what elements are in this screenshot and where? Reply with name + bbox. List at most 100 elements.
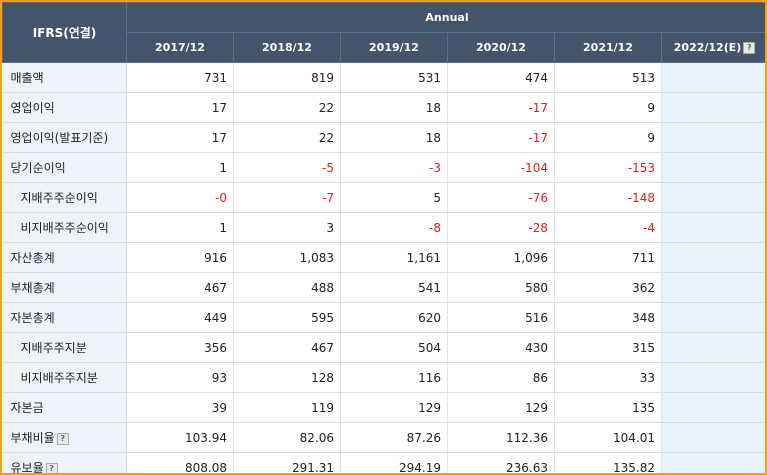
value-cell: 129 [340,392,448,423]
value-cell: 513 [554,62,662,93]
value-cell: 474 [447,62,555,93]
value-cell: 1 [126,212,234,243]
value-cell: 516 [447,302,555,333]
row-label: 비지배주주순이익 [2,212,127,243]
value-cell: -5 [233,152,341,183]
value-cell: -3 [340,152,448,183]
row-label: 당기순이익 [2,152,127,183]
row-label: 지배주주지분 [2,332,127,363]
value-cell: 467 [233,332,341,363]
table-row: 영업이익(발표기준) 17 22 18 -17 9 [2,122,765,153]
value-cell: 17 [126,122,234,153]
row-label: 영업이익 [2,92,127,123]
value-cell: 86 [447,362,555,393]
table-row: 지배주주순이익 -0 -7 5 -76 -148 [2,182,765,213]
value-cell: 315 [554,332,662,363]
annual-header: Annual [125,2,765,33]
estimate-cell [661,212,765,243]
value-cell: 356 [126,332,234,363]
row-label: 유보율? [2,452,127,473]
value-cell: 541 [340,272,448,303]
table-row: 비지배주주지분 93 128 116 86 33 [2,362,765,393]
table-row: 영업이익 17 22 18 -17 9 [2,92,765,123]
table-row: 매출액 731 819 531 474 513 [2,62,765,93]
question-icon[interactable]: ? [56,432,69,445]
value-cell: 291.31 [233,452,341,473]
value-cell: 488 [233,272,341,303]
value-cell: -4 [554,212,662,243]
question-icon[interactable]: ? [45,462,58,473]
value-cell: 129 [447,392,555,423]
value-cell: 33 [554,362,662,393]
question-icon[interactable]: ? [743,42,756,54]
value-cell: 135 [554,392,662,423]
estimate-cell [661,422,765,453]
row-label: 부채비율? [2,422,127,453]
value-cell: -28 [447,212,555,243]
year-header: 2020/12 [447,32,555,63]
value-cell: 1,096 [447,242,555,273]
value-cell: 580 [447,272,555,303]
row-label: 부채총계 [2,272,127,303]
estimate-cell [661,452,765,473]
row-label: 영업이익(발표기준) [2,122,127,153]
financial-summary-frame: IFRS(연결) Annual 2017/12 2018/12 2019/12 202… [0,0,767,475]
value-cell: -153 [554,152,662,183]
table-row: 자본금 39 119 129 129 135 [2,392,765,423]
estimate-cell [661,332,765,363]
value-cell: 236.63 [447,452,555,473]
value-cell: 531 [340,62,448,93]
value-cell: 808.08 [126,452,234,473]
value-cell: 116 [340,362,448,393]
estimate-cell [661,272,765,303]
table-corner-header: IFRS(연결) [2,2,127,63]
value-cell: 104.01 [554,422,662,453]
estimate-cell [661,362,765,393]
value-cell: 1,161 [340,242,448,273]
value-cell: 18 [340,92,448,123]
value-cell: -17 [447,122,555,153]
value-cell: 128 [233,362,341,393]
table-row: 자산총계 916 1,083 1,161 1,096 711 [2,242,765,273]
table-row: 당기순이익 1 -5 -3 -104 -153 [2,152,765,183]
row-label: 지배주주순이익 [2,182,127,213]
value-cell: 93 [126,362,234,393]
value-cell: 731 [126,62,234,93]
value-cell: 82.06 [233,422,341,453]
value-cell: -76 [447,182,555,213]
value-cell: -104 [447,152,555,183]
row-label: 매출액 [2,62,127,93]
value-cell: 18 [340,122,448,153]
table-row: 비지배주주순이익 1 3 -8 -28 -4 [2,212,765,243]
value-cell: 595 [233,302,341,333]
estimate-cell [661,242,765,273]
value-cell: 348 [554,302,662,333]
value-cell: 39 [126,392,234,423]
value-cell: -17 [447,92,555,123]
table-row: 유보율? 808.08 291.31 294.19 236.63 135.82 [2,452,765,473]
value-cell: 3 [233,212,341,243]
table-row: 부채총계 467 488 541 580 362 [2,272,765,303]
year-header: 2021/12 [554,32,662,63]
value-cell: 1 [126,152,234,183]
year-header: 2022/12(E)? [660,32,765,63]
estimate-cell [661,302,765,333]
row-label: 비지배주주지분 [2,362,127,393]
value-cell: 135.82 [554,452,662,473]
value-cell: 620 [340,302,448,333]
year-header: 2019/12 [340,32,448,63]
estimate-cell [661,392,765,423]
value-cell: -8 [340,212,448,243]
value-cell: 294.19 [340,452,448,473]
value-cell: 119 [233,392,341,423]
value-cell: 9 [554,122,662,153]
value-cell: 17 [126,92,234,123]
value-cell: 711 [554,242,662,273]
value-cell: 22 [233,122,341,153]
table-row: 자본총계 449 595 620 516 348 [2,302,765,333]
value-cell: -7 [233,182,341,213]
estimate-cell [661,62,765,93]
year-header: 2017/12 [126,32,234,63]
value-cell: 430 [447,332,555,363]
estimate-cell [661,152,765,183]
